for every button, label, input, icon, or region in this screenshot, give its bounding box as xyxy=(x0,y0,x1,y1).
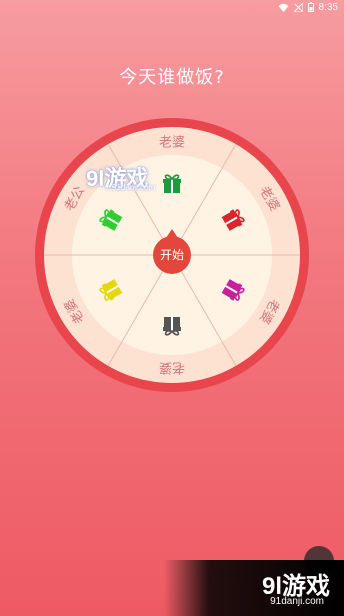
prize-wheel[interactable]: 老婆老婆老婆老婆老婆老公 开始 xyxy=(0,0,344,616)
gift-icon xyxy=(163,317,181,336)
start-label: 开始 xyxy=(160,248,184,262)
segment-label: 老婆 xyxy=(159,136,185,151)
watermark-corner-site: 91danji.com xyxy=(270,596,324,607)
watermark-site: 91danji.com xyxy=(112,183,156,192)
watermark-top: 9l游戏 91danji.com xyxy=(86,161,186,195)
watermark-corner: 9l游戏 91danji.com xyxy=(164,560,344,616)
segment-label: 老婆 xyxy=(159,360,185,375)
